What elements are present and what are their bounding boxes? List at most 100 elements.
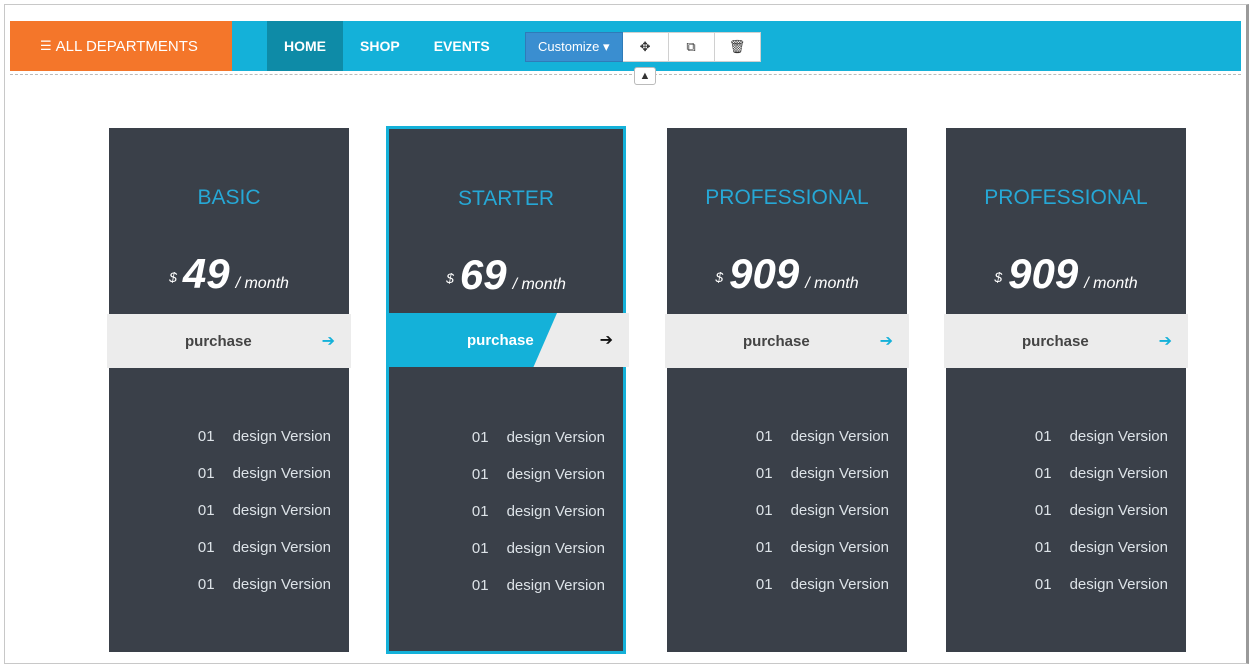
delete-button[interactable]: 🗑 <box>714 32 761 62</box>
feature-number: 01 <box>471 503 489 520</box>
price-period: / month <box>512 276 566 293</box>
feature-list: 01 design Version 01 design Version 01 d… <box>109 428 349 613</box>
purchase-button[interactable]: purchase ➔ <box>389 313 629 367</box>
feature-number: 01 <box>1034 428 1052 445</box>
feature-text: design Version <box>506 466 605 483</box>
duplicate-icon: ⧉ <box>686 39 696 54</box>
feature-text: design Version <box>1069 502 1168 519</box>
block-toolbar: Customize ▾ ✥ ⧉ 🗑 <box>525 32 761 62</box>
feature-item: 01 design Version <box>109 502 349 539</box>
currency-symbol: $ <box>446 270 454 286</box>
feature-number: 01 <box>755 465 773 482</box>
price-amount: 49 <box>182 250 230 297</box>
feature-text: design Version <box>790 428 889 445</box>
feature-text: design Version <box>506 503 605 520</box>
feature-number: 01 <box>1034 576 1052 593</box>
plan-price: $49 / month <box>109 250 349 298</box>
section-divider <box>10 74 1241 75</box>
nav-link-events[interactable]: EVENTS <box>417 21 507 71</box>
move-icon: ✥ <box>639 39 651 54</box>
feature-number: 01 <box>755 539 773 556</box>
feature-number: 01 <box>471 577 489 594</box>
main-nav: HOME SHOP EVENTS <box>267 21 507 71</box>
feature-number: 01 <box>1034 539 1052 556</box>
purchase-label: purchase <box>185 332 252 350</box>
pricing-card: BASIC $49 / month purchase ➔ 01 design Ve… <box>107 128 351 652</box>
arrow-right-icon: ➔ <box>879 333 893 350</box>
feature-list: 01 design Version 01 design Version 01 d… <box>667 428 907 613</box>
move-up-button[interactable]: ▲ <box>634 67 656 85</box>
feature-number: 01 <box>471 466 489 483</box>
all-departments-button[interactable]: ☰ ALL DEPARTMENTS <box>10 21 232 71</box>
feature-item: 01 design Version <box>109 428 349 465</box>
feature-item: 01 design Version <box>389 466 623 503</box>
feature-item: 01 design Version <box>946 576 1186 613</box>
pricing-card: STARTER $69 / month purchase ➔ 01 design … <box>386 126 629 654</box>
feature-item: 01 design Version <box>109 465 349 502</box>
plan-title: BASIC <box>197 186 261 209</box>
feature-text: design Version <box>1069 539 1168 556</box>
currency-symbol: $ <box>169 269 177 285</box>
feature-number: 01 <box>1034 465 1052 482</box>
price-period: / month <box>805 275 859 292</box>
feature-number: 01 <box>197 502 215 519</box>
nav-link-shop[interactable]: SHOP <box>343 21 417 71</box>
feature-item: 01 design Version <box>667 576 907 613</box>
feature-number: 01 <box>471 429 489 446</box>
purchase-label: purchase <box>743 332 810 350</box>
plan-price: $909 / month <box>667 250 907 298</box>
feature-item: 01 design Version <box>389 577 623 614</box>
feature-number: 01 <box>755 502 773 519</box>
feature-text: design Version <box>506 429 605 446</box>
list-icon: ☰ <box>40 38 52 53</box>
price-period: / month <box>1084 275 1138 292</box>
feature-item: 01 design Version <box>389 540 623 577</box>
feature-number: 01 <box>1034 502 1052 519</box>
feature-number: 01 <box>197 576 215 593</box>
feature-number: 01 <box>197 539 215 556</box>
feature-text: design Version <box>1069 576 1168 593</box>
duplicate-button[interactable]: ⧉ <box>668 32 715 62</box>
feature-text: design Version <box>790 465 889 482</box>
arrow-right-icon: ➔ <box>599 332 613 349</box>
purchase-label: purchase <box>467 331 534 349</box>
feature-number: 01 <box>197 465 215 482</box>
feature-text: design Version <box>506 540 605 557</box>
customize-dropdown[interactable]: Customize ▾ <box>525 32 623 62</box>
price-amount: 909 <box>1008 250 1079 297</box>
nav-link-home[interactable]: HOME <box>267 21 343 71</box>
feature-item: 01 design Version <box>109 539 349 576</box>
purchase-button[interactable]: purchase ➔ <box>665 314 909 368</box>
feature-number: 01 <box>755 576 773 593</box>
feature-item: 01 design Version <box>946 465 1186 502</box>
arrow-right-icon: ➔ <box>321 333 335 350</box>
feature-item: 01 design Version <box>389 429 623 466</box>
feature-list: 01 design Version 01 design Version 01 d… <box>389 429 623 614</box>
price-amount: 69 <box>459 251 507 298</box>
feature-item: 01 design Version <box>667 428 907 465</box>
feature-text: design Version <box>506 577 605 594</box>
feature-text: design Version <box>232 502 331 519</box>
feature-item: 01 design Version <box>667 502 907 539</box>
feature-item: 01 design Version <box>946 502 1186 539</box>
feature-text: design Version <box>1069 465 1168 482</box>
arrow-up-icon: ▲ <box>639 70 651 82</box>
feature-text: design Version <box>1069 428 1168 445</box>
feature-list: 01 design Version 01 design Version 01 d… <box>946 428 1186 613</box>
move-button[interactable]: ✥ <box>622 32 669 62</box>
plan-title: STARTER <box>457 187 555 210</box>
feature-text: design Version <box>790 539 889 556</box>
plan-title: PROFESSIONAL <box>984 186 1148 209</box>
plan-price: $909 / month <box>946 250 1186 298</box>
currency-symbol: $ <box>715 269 724 285</box>
feature-item: 01 design Version <box>946 539 1186 576</box>
feature-number: 01 <box>471 540 489 557</box>
purchase-button[interactable]: purchase ➔ <box>944 314 1188 368</box>
feature-item: 01 design Version <box>667 539 907 576</box>
feature-text: design Version <box>232 539 331 556</box>
navbar: ☰ ALL DEPARTMENTS HOME SHOP EVENTS Custo… <box>10 21 1241 71</box>
purchase-button[interactable]: purchase ➔ <box>107 314 351 368</box>
feature-text: design Version <box>232 465 331 482</box>
feature-text: design Version <box>790 576 889 593</box>
feature-item: 01 design Version <box>109 576 349 613</box>
